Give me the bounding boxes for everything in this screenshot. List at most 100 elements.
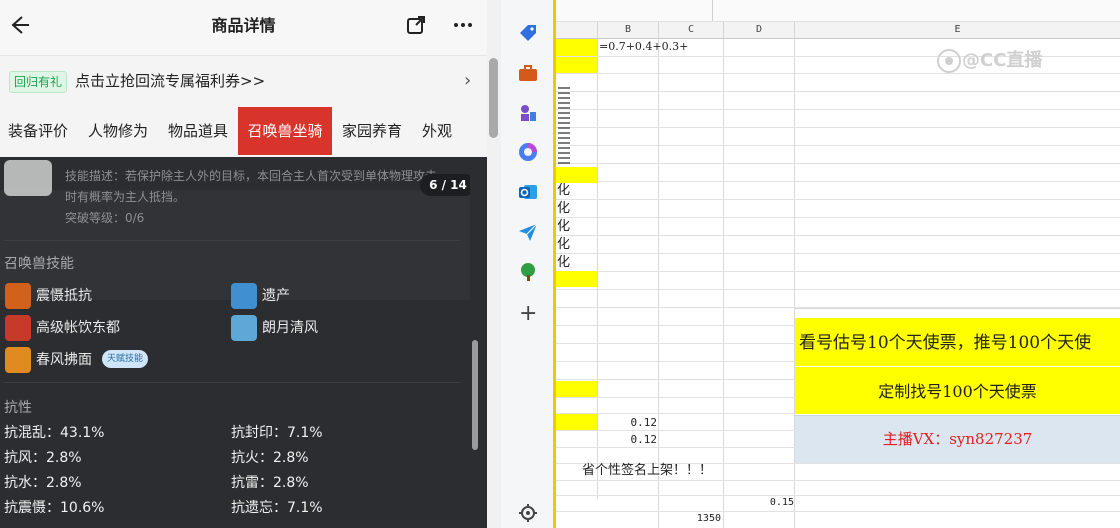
cell-text[interactable]: 定制找号100个天使票 xyxy=(795,380,1120,404)
grid-line xyxy=(795,308,1120,309)
skill-name[interactable]: 高级帐饮东都 xyxy=(36,318,120,338)
copilot-icon[interactable] xyxy=(517,141,539,163)
col-header-a[interactable] xyxy=(556,22,598,39)
col-header-e[interactable]: E xyxy=(795,22,1120,39)
grid-line xyxy=(556,145,1120,146)
talent-skill-badge: 天赋技能 xyxy=(102,350,149,368)
selection-border xyxy=(553,0,556,528)
col-header-d[interactable]: D xyxy=(724,22,795,39)
skill-description: 技能描述：若保护除主人外的目标，本回合主人首次受到单体物理攻击 xyxy=(65,169,438,183)
cell-text[interactable]: 主播VX：syn827237 xyxy=(795,427,1120,451)
grid-line xyxy=(556,447,795,448)
grid-line xyxy=(556,343,795,344)
formula-cell[interactable]: =0.7+0.4+0.3+ xyxy=(599,40,688,54)
cell-yellow[interactable] xyxy=(556,57,597,73)
grid-line xyxy=(556,109,1120,110)
cell-overflow-text xyxy=(558,87,570,165)
resist-value: 抗遗忘：7.1% xyxy=(231,500,323,516)
resist-value: 抗震慑：10.6% xyxy=(4,500,105,516)
resist-value: 抗雷：2.8% xyxy=(231,475,309,491)
watermark-text: @CC直播 xyxy=(962,50,1043,71)
cell-yellow[interactable] xyxy=(556,167,597,183)
tag-icon[interactable] xyxy=(517,22,539,44)
resist-value: 抗混乱：43.1% xyxy=(4,425,105,441)
formula-strip xyxy=(556,0,1120,22)
image-pager: 6 / 14 xyxy=(420,174,476,196)
grid-line xyxy=(556,430,795,431)
promo-text[interactable]: 点击立抢回流专属福利券>> xyxy=(75,70,265,92)
skill-name[interactable]: 遗产 xyxy=(262,286,290,306)
tab-character-cultivation[interactable]: 人物修为 xyxy=(82,107,154,155)
tab-equipment-review[interactable]: 装备评价 xyxy=(2,107,74,155)
toolbox-icon[interactable] xyxy=(517,62,539,84)
grid-line xyxy=(556,495,1120,496)
cell-text[interactable]: 化 xyxy=(557,219,570,235)
cell-value[interactable]: 1350 xyxy=(659,512,721,526)
chevron-right-icon[interactable]: › xyxy=(464,70,471,92)
cell-value[interactable]: 0.15 xyxy=(724,496,794,510)
grid-line xyxy=(723,39,724,528)
skill-icon-yichan[interactable] xyxy=(231,283,257,309)
skill-description-cont: 时有概率为主人抵挡。 xyxy=(65,190,186,204)
summon-avatar[interactable] xyxy=(4,160,52,196)
resist-value: 抗封印：7.1% xyxy=(231,425,323,441)
cell-yellow[interactable] xyxy=(556,381,597,397)
grid-line xyxy=(556,235,1120,236)
skill-name[interactable]: 朗月清风 xyxy=(262,318,318,338)
resist-value: 抗火：2.8% xyxy=(231,450,309,466)
grid-line xyxy=(556,361,795,362)
page-scrollbar-thumb[interactable] xyxy=(489,58,498,138)
grid-line xyxy=(658,39,659,528)
cell-yellow[interactable] xyxy=(556,271,597,287)
outlook-icon[interactable] xyxy=(517,181,539,203)
send-icon[interactable] xyxy=(517,221,539,243)
grid-line xyxy=(556,397,795,398)
tab-items[interactable]: 物品道具 xyxy=(162,107,234,155)
grid-line xyxy=(556,181,1120,182)
grid-line xyxy=(556,325,795,326)
watermark-logo: @CC直播 xyxy=(936,48,1086,74)
cell-text[interactable]: 化 xyxy=(557,201,570,217)
grid-line xyxy=(556,199,1120,200)
cell-value[interactable]: 0.12 xyxy=(599,432,658,447)
app-panel: 商品详情 回归有礼 点击立抢回流专属福利券>> › 装备评价 人物修为 物品道具… xyxy=(0,0,487,528)
cell-text[interactable]: 省个性签名上架！！！ xyxy=(582,462,794,479)
col-header-c[interactable]: C xyxy=(659,22,724,39)
grid-line xyxy=(556,289,1120,290)
share-external-icon[interactable] xyxy=(406,15,426,39)
cell-yellow[interactable] xyxy=(556,414,597,430)
grid-line xyxy=(556,91,1120,92)
cell-text[interactable]: 化 xyxy=(557,255,570,271)
settings-icon[interactable] xyxy=(517,502,539,524)
summon-skills-title: 召唤兽技能 xyxy=(4,256,74,272)
grid-line xyxy=(556,217,1120,218)
cell-text[interactable]: 看号估号10个天使票，推号100个天使 xyxy=(799,331,1120,355)
grid-line xyxy=(556,163,1120,164)
resist-value: 抗水：2.8% xyxy=(4,475,82,491)
tree-icon[interactable] xyxy=(517,261,539,283)
more-dots-icon[interactable] xyxy=(452,12,474,38)
skill-icon-zhangyin[interactable] xyxy=(5,315,31,341)
cell-yellow[interactable] xyxy=(556,39,597,56)
content-scrollbar-thumb[interactable] xyxy=(472,340,478,450)
tab-home[interactable]: 家园养育 xyxy=(336,107,408,155)
grid-line xyxy=(556,511,1120,512)
cell-text[interactable]: 化 xyxy=(557,237,570,253)
skill-icon-zhenshe[interactable] xyxy=(5,283,31,309)
skill-name[interactable]: 春风拂面 xyxy=(36,350,92,370)
skill-icon-langyue[interactable] xyxy=(231,315,257,341)
tab-summons-mounts[interactable]: 召唤兽坐骑 xyxy=(238,107,332,155)
resist-value: 抗风：2.8% xyxy=(4,450,82,466)
col-header-b[interactable]: B xyxy=(598,22,659,39)
skill-name[interactable]: 震慑抵抗 xyxy=(36,286,92,306)
tab-appearance[interactable]: 外观 xyxy=(414,107,460,155)
cell-text[interactable]: 化 xyxy=(557,183,570,199)
cell-value[interactable]: 0.12 xyxy=(599,415,658,430)
plus-icon[interactable]: + xyxy=(519,302,537,326)
chess-icon[interactable] xyxy=(517,102,539,124)
grid-line xyxy=(556,127,1120,128)
skill-icon-chunfeng[interactable] xyxy=(5,347,31,373)
grid-line xyxy=(556,271,1120,272)
grid-line xyxy=(556,379,795,380)
resistance-title: 抗性 xyxy=(4,400,32,416)
